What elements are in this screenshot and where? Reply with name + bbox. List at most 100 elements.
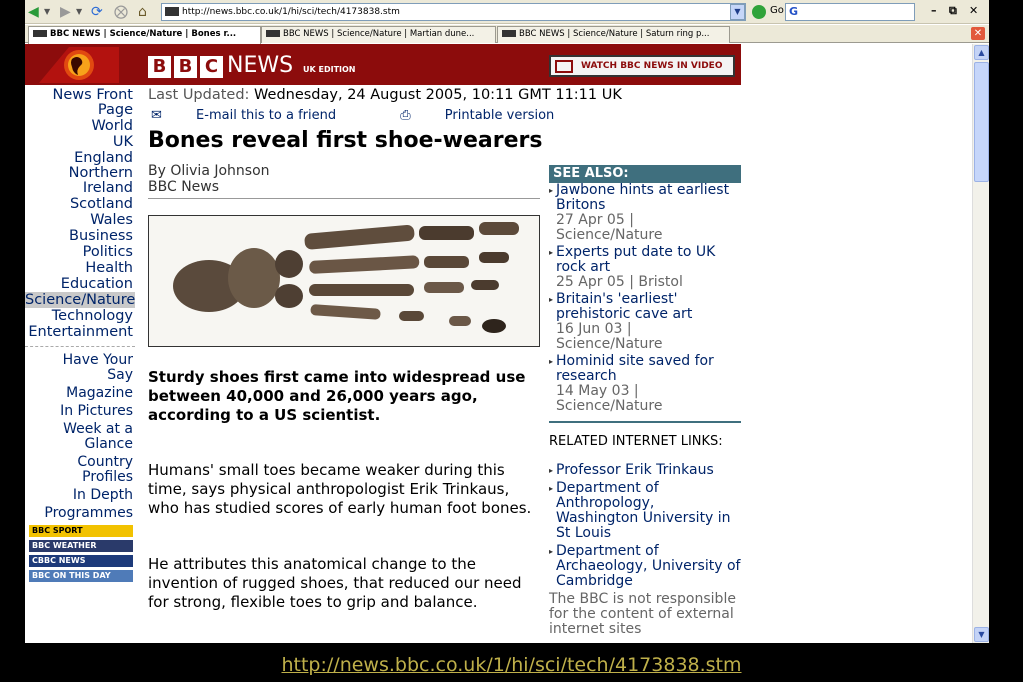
nav-item-in-depth[interactable]: In Depth	[25, 488, 135, 503]
see-also-heading: SEE ALSO:	[549, 165, 741, 183]
article-headline: Bones reveal first shoe-wearers	[148, 128, 543, 153]
see-also-link[interactable]: Hominid site saved for research	[556, 354, 741, 384]
tab-bones[interactable]: BBC NEWS | Science/Nature | Bones r...	[28, 26, 261, 44]
related-link[interactable]: Department of Anthropology, Washington U…	[549, 481, 741, 541]
see-also-item: Britain's 'earliest' prehistoric cave ar…	[549, 292, 741, 352]
scroll-up-icon[interactable]: ▲	[974, 45, 989, 60]
news-wordmark: NEWS	[227, 53, 294, 78]
nav-item-wales[interactable]: Wales	[25, 212, 135, 228]
see-also-link[interactable]: Jawbone hints at earliest Britons	[556, 183, 741, 213]
last-updated-value: Wednesday, 24 August 2005, 10:11 GMT 11:…	[254, 87, 622, 103]
printer-icon: ⎙	[400, 108, 411, 123]
tab-saturn-ring[interactable]: BBC NEWS | Science/Nature | Saturn ring …	[497, 26, 730, 43]
related-link[interactable]: Department of Archaeology, University of…	[549, 544, 741, 589]
watch-video-button[interactable]: WATCH BBC NEWS IN VIDEO	[549, 55, 735, 77]
nav-item-programmes[interactable]: Programmes	[25, 506, 135, 521]
divider	[148, 198, 540, 199]
envelope-icon: ✉	[151, 108, 162, 123]
article-paragraph: He attributes this anatomical change to …	[148, 555, 522, 611]
see-also-item: Hominid site saved for research14 May 03…	[549, 354, 741, 414]
nav-item-in-pictures[interactable]: In Pictures	[25, 404, 135, 419]
bbc-favicon-icon	[33, 30, 47, 37]
bbc-logo-b1: B	[148, 56, 171, 78]
vertical-scrollbar[interactable]: ▲ ▼	[972, 44, 989, 643]
scroll-down-icon[interactable]: ▼	[974, 627, 989, 642]
related-link[interactable]: Professor Erik Trinkaus	[549, 463, 741, 479]
browser-toolbar: ◀ ▼ ▶ ▼ ⟳ ⨂ ⌂ http://news.bbc.co.uk/1/hi…	[25, 0, 989, 24]
address-bar[interactable]: http://news.bbc.co.uk/1/hi/sci/tech/4173…	[161, 3, 746, 21]
related-links-heading: RELATED INTERNET LINKS:	[549, 434, 723, 449]
go-button[interactable]: Go	[770, 5, 784, 16]
bbc-logo-b2: B	[174, 56, 197, 78]
nav-item-news-front-page[interactable]: News Front Page	[25, 88, 135, 118]
article-tools: ✉ E-mail this to a friend ⎙ Printable ve…	[151, 108, 614, 123]
nav-item-world[interactable]: World	[25, 118, 135, 134]
last-updated-label: Last Updated:	[148, 87, 250, 103]
nav-item-science-nature[interactable]: Science/Nature	[25, 292, 135, 308]
close-window-icon[interactable]: ✕	[969, 4, 978, 17]
nav-item-england[interactable]: England	[25, 150, 135, 166]
nav-item-education[interactable]: Education	[25, 276, 135, 292]
nav-item-business[interactable]: Business	[25, 228, 135, 244]
restore-icon[interactable]: ⧉	[949, 4, 957, 18]
browser-window: ◀ ▼ ▶ ▼ ⟳ ⨂ ⌂ http://news.bbc.co.uk/1/hi…	[25, 0, 989, 643]
reload-icon[interactable]: ⟳	[91, 3, 103, 21]
scroll-thumb[interactable]	[974, 62, 989, 182]
nav-item-technology[interactable]: Technology	[25, 308, 135, 324]
minimize-icon[interactable]: –	[931, 4, 937, 17]
foot-bones-photo	[148, 215, 540, 347]
page-url-caption[interactable]: http://news.bbc.co.uk/1/hi/sci/tech/4173…	[0, 654, 1023, 676]
nav-item-uk[interactable]: UK	[25, 134, 135, 150]
nav-item-have-your-say[interactable]: Have Your Say	[25, 353, 135, 383]
nav-item-politics[interactable]: Politics	[25, 244, 135, 260]
see-also-item: Experts put date to UK rock art25 Apr 05…	[549, 245, 741, 290]
nav-item-health[interactable]: Health	[25, 260, 135, 276]
nav-item-country-profiles[interactable]: Country Profiles	[25, 455, 135, 485]
promo-bbc-sport[interactable]: BBC SPORT	[29, 525, 133, 537]
tab-martian-dune[interactable]: BBC NEWS | Science/Nature | Martian dune…	[261, 26, 496, 43]
go-icon[interactable]	[752, 5, 766, 19]
external-sites-disclaimer: The BBC is not responsible for the conte…	[549, 591, 736, 637]
bbc-logo-c: C	[200, 56, 223, 78]
promo-bbc-weather[interactable]: BBC WEATHER	[29, 540, 133, 552]
nav-item-scotland[interactable]: Scotland	[25, 196, 135, 212]
author: By Olivia Johnson	[148, 163, 270, 179]
close-tab-icon[interactable]: ✕	[971, 27, 985, 40]
related-links-list: Professor Erik Trinkaus Department of Ant…	[549, 463, 741, 592]
see-also-meta: 27 Apr 05 | Science/Nature	[556, 212, 663, 243]
see-also-link[interactable]: Britain's 'earliest' prehistoric cave ar…	[556, 292, 741, 322]
promo-bbc-on-this-day[interactable]: BBC ON THIS DAY	[29, 570, 133, 582]
bbc-favicon-icon	[502, 30, 516, 37]
bbc-news-banner: B B C NEWS UK EDITION WATCH BBC NEWS IN …	[25, 44, 741, 85]
stop-icon[interactable]: ⨂	[114, 3, 128, 21]
back-icon[interactable]: ◀	[28, 3, 39, 21]
article-lead: Sturdy shoes first came into widespread …	[148, 368, 526, 424]
tab-bar: BBC NEWS | Science/Nature | Bones r... B…	[25, 25, 989, 44]
see-also-meta: 16 Jun 03 | Science/Nature	[556, 321, 663, 352]
source: BBC News	[148, 179, 220, 195]
address-dropdown-icon[interactable]: ▼	[730, 4, 745, 20]
see-also-link[interactable]: Experts put date to UK rock art	[556, 245, 741, 275]
see-also-meta: 25 Apr 05 | Bristol	[556, 274, 683, 290]
globe-logo-icon[interactable]	[39, 47, 119, 83]
back-dropdown-icon[interactable]: ▼	[44, 3, 50, 21]
nav-divider	[25, 346, 135, 347]
nav-item-week-at-a-glance[interactable]: Week at a Glance	[25, 422, 135, 452]
article-paragraph: Humans' small toes became weaker during …	[148, 461, 532, 517]
nav-item-entertainment[interactable]: Entertainment	[25, 324, 135, 340]
edition-label: UK EDITION	[303, 65, 356, 74]
see-also-item: Jawbone hints at earliest Britons27 Apr …	[549, 183, 741, 243]
see-also-list: Jawbone hints at earliest Britons27 Apr …	[549, 183, 741, 416]
nav-item-magazine[interactable]: Magazine	[25, 386, 135, 401]
left-navigation: News Front Page World UK England Northern Ir…	[25, 88, 135, 582]
forward-icon[interactable]: ▶	[60, 3, 71, 21]
nav-item-northern-ireland[interactable]: Northern Ireland	[25, 166, 135, 196]
divider	[549, 421, 741, 423]
home-icon[interactable]: ⌂	[138, 3, 147, 21]
forward-dropdown-icon[interactable]: ▼	[76, 3, 82, 21]
site-favicon-icon	[165, 7, 179, 16]
promo-cbbc-news[interactable]: CBBC NEWS	[29, 555, 133, 567]
email-link[interactable]: ✉ E-mail this to a friend	[151, 108, 366, 123]
print-link[interactable]: ⎙ Printable version	[400, 108, 584, 123]
search-box[interactable]: G	[785, 3, 915, 21]
